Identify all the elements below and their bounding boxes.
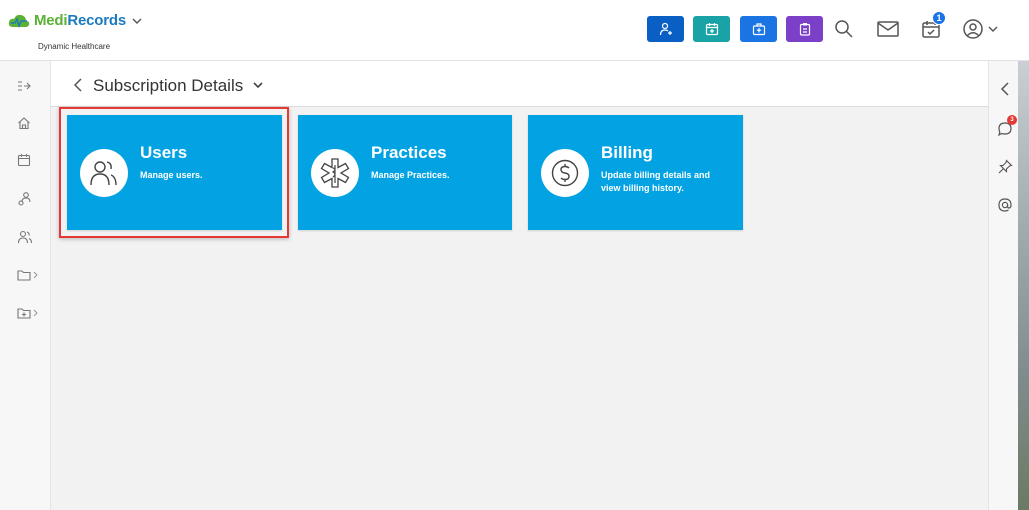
users-icon (17, 230, 33, 244)
search-icon (835, 20, 853, 38)
tile-description: Update billing details and view billing … (601, 170, 711, 193)
folder-icon (17, 270, 31, 281)
sidebar-item-patients[interactable] (17, 190, 41, 208)
schedule-appointment-button[interactable] (693, 16, 730, 42)
tile-title: Billing (601, 143, 653, 162)
sidebar-item-documents[interactable] (17, 266, 41, 284)
sidebar-item-add-folder[interactable] (17, 304, 41, 322)
tile-description: Manage Practices. (371, 170, 450, 180)
search-button[interactable] (831, 16, 857, 42)
users-tile[interactable]: Users Manage users. (67, 115, 282, 230)
back-arrow-icon[interactable] (71, 77, 85, 93)
tile-description: Manage users. (140, 170, 203, 180)
add-encounter-button[interactable] (740, 16, 777, 42)
page-header: Subscription Details (51, 61, 988, 107)
chevron-down-icon[interactable] (132, 16, 142, 26)
star-of-life-icon (311, 149, 359, 197)
users-icon (80, 149, 128, 197)
at-mention-icon[interactable] (997, 197, 1013, 213)
page-title: Subscription Details (93, 76, 244, 95)
home-icon (18, 117, 30, 130)
tile-title: Practices (371, 143, 447, 162)
user-plus-icon (659, 22, 672, 36)
task-count-badge: 1 (932, 11, 946, 25)
cloud-logo-icon (8, 14, 30, 28)
patients-group-icon (18, 192, 31, 206)
notification-badge: 3 (1007, 115, 1017, 125)
chevron-right-icon (33, 309, 38, 317)
clipboard-task-button[interactable] (786, 16, 823, 42)
user-circle-icon (963, 19, 983, 39)
tile-title: Users (140, 143, 188, 162)
sidebar-item-calendar[interactable] (17, 151, 41, 169)
pin-icon[interactable] (997, 159, 1013, 175)
top-header: MediRecords Dynamic Healthcare 1 (0, 0, 1029, 61)
messages-button[interactable] (875, 16, 901, 42)
add-patient-button[interactable] (647, 16, 684, 42)
medical-kit-icon (752, 23, 765, 36)
sidebar-item-home[interactable] (17, 114, 41, 132)
brand-subtitle: Dynamic Healthcare (38, 42, 111, 51)
chevron-down-icon (988, 26, 998, 32)
mail-icon (877, 21, 899, 37)
brand-name: MediRecords (34, 12, 126, 29)
sidebar-item-expand[interactable] (17, 77, 41, 95)
clipboard-icon (799, 23, 810, 36)
sidebar-item-users[interactable] (17, 228, 41, 246)
chevron-right-icon (33, 271, 38, 279)
brand-logo[interactable]: MediRecords (8, 12, 142, 29)
user-profile-menu[interactable] (960, 16, 1000, 42)
left-sidebar (0, 61, 51, 510)
practices-tile[interactable]: Practices Manage Practices. (298, 115, 512, 230)
billing-tile[interactable]: Billing Update billing details and view … (528, 115, 743, 230)
collapse-left-icon[interactable] (997, 81, 1013, 97)
dollar-coin-icon (541, 149, 589, 197)
folder-add-icon (17, 308, 31, 319)
calendar-icon (17, 154, 31, 167)
expand-menu-icon (18, 81, 31, 91)
window-edge (1018, 61, 1029, 510)
right-rail: 3 (988, 61, 1018, 510)
chevron-down-icon[interactable] (252, 80, 264, 90)
calendar-plus-icon (705, 23, 718, 36)
